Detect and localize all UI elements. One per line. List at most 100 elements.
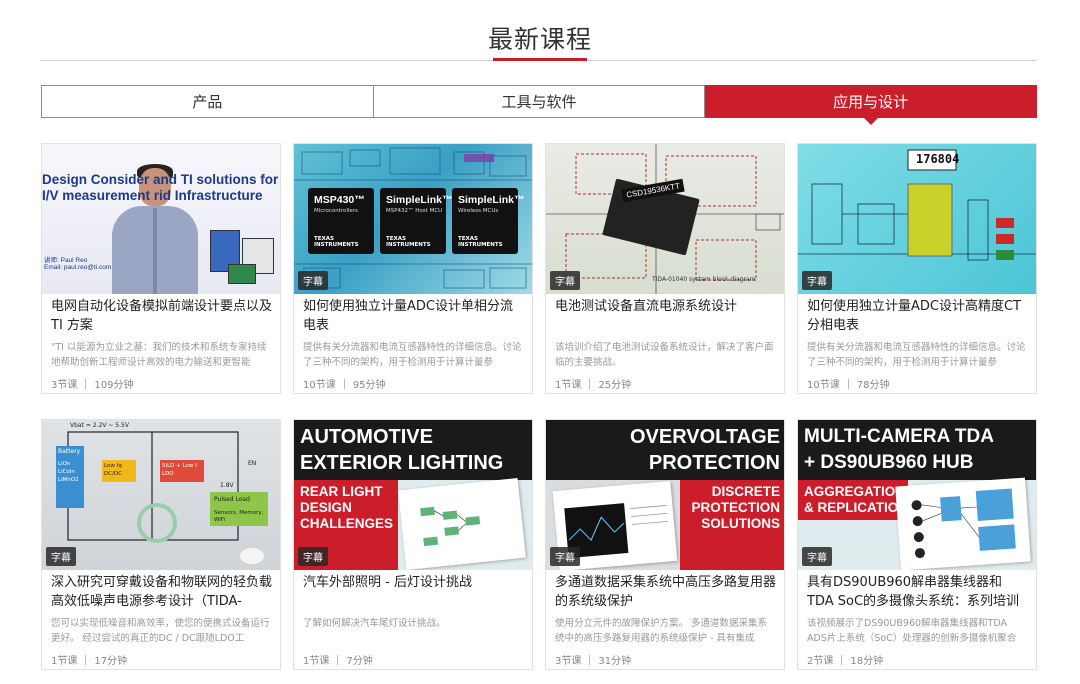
course-card[interactable]: 176804 字幕 如何使用独立计量ADC设计高精度CT分相电表 提供有关分流器… (797, 143, 1037, 394)
course-description: 提供有关分流器和电流互感器特性的详细信息。讨论了三种不同的架构，用于检测用于计算… (303, 342, 522, 368)
course-card[interactable]: AUTOMOTIVE EXTERIOR LIGHTING REAR LIGHT … (293, 419, 533, 670)
ldo-label: SILD + Low I LDO (162, 463, 197, 477)
subtitle-badge: 字幕 (46, 547, 76, 566)
lesson-count: 10节课 (303, 380, 336, 391)
course-description: 使用分立元件的故障保护方案。 多通道数据采集系统中的高压多路复用器的系统级保护 … (555, 618, 768, 644)
category-tabs: 产品 工具与软件 应用与设计 (41, 85, 1038, 125)
thumb-title-line2: + DS90UB960 HUB (804, 452, 974, 473)
thumb-subtitle-1: AGGREGATION (804, 484, 905, 499)
thumb-title-line1: MULTI-CAMERA TDA (804, 426, 994, 447)
thumb-email: Email: paul.reo@ti.com (44, 264, 112, 271)
course-thumbnail[interactable]: Vbat = 2.2V ~ 5.5V Battery LiOn LiCoIn L… (42, 420, 280, 570)
section-title: 最新课程 (487, 25, 592, 54)
course-meta: 1节课 17分钟 (51, 652, 127, 667)
slide-preview (398, 477, 526, 570)
ti-logo: TEXAS INSTRUMENTS (458, 236, 503, 248)
pulsed-load-label: Pulsed Load (214, 496, 250, 503)
course-meta: 1节课 7分钟 (303, 652, 373, 667)
course-title[interactable]: 多通道数据采集系统中高压多路复用器的系统级保护 (555, 573, 776, 611)
course-meta: 2节课 18分钟 (807, 652, 883, 667)
course-duration: 95分钟 (352, 380, 386, 391)
course-card[interactable]: Design Consider and TI solutions for I/V… (41, 143, 281, 394)
course-card[interactable]: OVERVOLTAGE PROTECTION DISCRETE PROTECTI… (545, 419, 785, 670)
battery-label: Battery (58, 448, 81, 455)
thumb-subtitle-1: REAR LIGHT (300, 484, 383, 499)
course-duration: 7分钟 (346, 656, 373, 667)
thumb-title-line2: EXTERIOR LIGHTING (300, 452, 504, 474)
ti-logo: TEXAS INSTRUMENTS (386, 236, 431, 248)
lesson-count: 3节课 (51, 380, 78, 391)
thumb-subtitle-3: SOLUTIONS (701, 516, 780, 531)
course-thumbnail[interactable]: MULTI-CAMERA TDA + DS90UB960 HUB AGGREGA… (798, 420, 1036, 570)
course-description: 了解如何解决汽车尾灯设计挑战。 (303, 618, 446, 629)
course-duration: 25分钟 (598, 380, 632, 391)
subtitle-badge: 字幕 (550, 271, 580, 290)
course-duration: 17分钟 (94, 656, 128, 667)
course-card[interactable]: Vbat = 2.2V ~ 5.5V Battery LiOn LiCoIn L… (41, 419, 281, 670)
course-meta: 10节课 95分钟 (303, 376, 385, 391)
thumb-subtitle-2: DESIGN (300, 500, 352, 515)
chip-msp430: MSP430™ Microcontrollers TEXAS INSTRUMEN… (308, 188, 374, 254)
thumb-title-line2: PROTECTION (648, 452, 780, 474)
course-card[interactable]: MULTI-CAMERA TDA + DS90UB960 HUB AGGREGA… (797, 419, 1037, 670)
course-duration: 109分钟 (94, 380, 134, 391)
subtitle-badge: 字幕 (298, 271, 328, 290)
title-accent-bar (493, 58, 587, 61)
course-duration: 31分钟 (598, 656, 632, 667)
thumb-subtitle-3: CHALLENGES (300, 516, 394, 531)
course-meta: 3节课 109分钟 (51, 376, 133, 391)
thumb-subtitle-2: PROTECTION (691, 500, 780, 515)
lesson-count: 3节课 (555, 656, 582, 667)
buck-label: Low Iq DC/DC (104, 463, 123, 477)
course-thumbnail[interactable]: CSD19536KTT TIDA-01040 system block diag… (546, 144, 784, 294)
cell-types: LiOn LiCoIn LiMnO2 (58, 461, 79, 483)
course-title[interactable]: 具有DS90UB960解串器集线器和TDA SoC的多摄像头系统：系列培训 (807, 573, 1028, 611)
course-card[interactable]: CSD19536KTT TIDA-01040 system block diag… (545, 143, 785, 394)
course-description: 该培训介绍了电池测试设备系统设计，解决了客户面临的主要挑战。 (555, 342, 774, 368)
slide-preview (895, 477, 1031, 570)
thumb-title-line2: I/V measurement rid Infrastructure (42, 188, 263, 203)
tab-tools-software[interactable]: 工具与软件 (373, 85, 706, 118)
course-thumbnail[interactable]: OVERVOLTAGE PROTECTION DISCRETE PROTECTI… (546, 420, 784, 570)
course-meta: 1节课 25分钟 (555, 376, 631, 391)
section-header: 最新课程 (0, 0, 1080, 62)
course-meta: 10节课 78分钟 (807, 376, 889, 391)
course-thumbnail[interactable]: MSP430™ Microcontrollers TEXAS INSTRUMEN… (294, 144, 532, 294)
course-title[interactable]: 电网自动化设备模拟前端设计要点以及 TI 方案 (51, 297, 272, 335)
course-title[interactable]: 电池测试设备直流电源系统设计 (555, 297, 776, 335)
course-title[interactable]: 深入研究可穿戴设备和物联网的轻负载高效低噪声电源参考设计（TIDA- (51, 573, 272, 611)
tab-applications-design[interactable]: 应用与设计 (705, 85, 1038, 125)
course-card[interactable]: MSP430™ Microcontrollers TEXAS INSTRUMEN… (293, 143, 533, 394)
device-image (228, 264, 256, 284)
lesson-count: 1节课 (51, 656, 78, 667)
thumb-title-line1: AUTOMOTIVE (300, 426, 433, 448)
course-duration: 18分钟 (850, 656, 884, 667)
course-description: 您可以实现低噪音和高效率，使您的便携式设备运行更好。 经过尝试的真正的DC / … (51, 618, 270, 644)
vin-label: Vbat = 2.2V ~ 5.5V (70, 422, 129, 429)
enable-label: EN (248, 460, 257, 467)
lesson-count: 2节课 (807, 656, 834, 667)
course-thumbnail[interactable]: 176804 字幕 (798, 144, 1036, 294)
thumb-title-line1: OVERVOLTAGE (629, 426, 780, 448)
course-thumbnail[interactable]: AUTOMOTIVE EXTERIOR LIGHTING REAR LIGHT … (294, 420, 532, 570)
thumb-subtitle-1: DISCRETE (711, 484, 780, 499)
course-thumbnail[interactable]: Design Consider and TI solutions for I/V… (42, 144, 280, 294)
meter-readout: 176804 (916, 152, 960, 166)
course-title[interactable]: 如何使用独立计量ADC设计单相分流电表 (303, 297, 524, 335)
subtitle-badge: 字幕 (802, 271, 832, 290)
power-diagram-graphic (56, 431, 268, 564)
course-title[interactable]: 如何使用独立计量ADC设计高精度CT分相电表 (807, 297, 1028, 335)
course-title[interactable]: 汽车外部照明 - 后灯设计挑战 (303, 573, 524, 611)
lesson-count: 1节课 (303, 656, 330, 667)
ti-logo: TEXAS INSTRUMENTS (314, 236, 359, 248)
sensors-label: Sensors, Memory, WiFi (214, 510, 264, 523)
thumb-subtitle-2: & REPLICATION (804, 500, 908, 515)
subtitle-badge: 字幕 (550, 547, 580, 566)
lesson-count: 1节课 (555, 380, 582, 391)
diagram-caption: TIDA-01040 system block diagram (652, 276, 756, 283)
lesson-count: 10节课 (807, 380, 840, 391)
course-description: 提供有关分流器和电流互感器特性的详细信息。讨论了三种不同的架构，用于检测用于计算… (807, 342, 1026, 368)
tab-products[interactable]: 产品 (41, 85, 374, 118)
course-meta: 3节课 31分钟 (555, 652, 631, 667)
course-description: 该视频展示了DS90UB960解串器集线器和TDA ADS片上系统（SoC）处理… (807, 618, 1017, 644)
